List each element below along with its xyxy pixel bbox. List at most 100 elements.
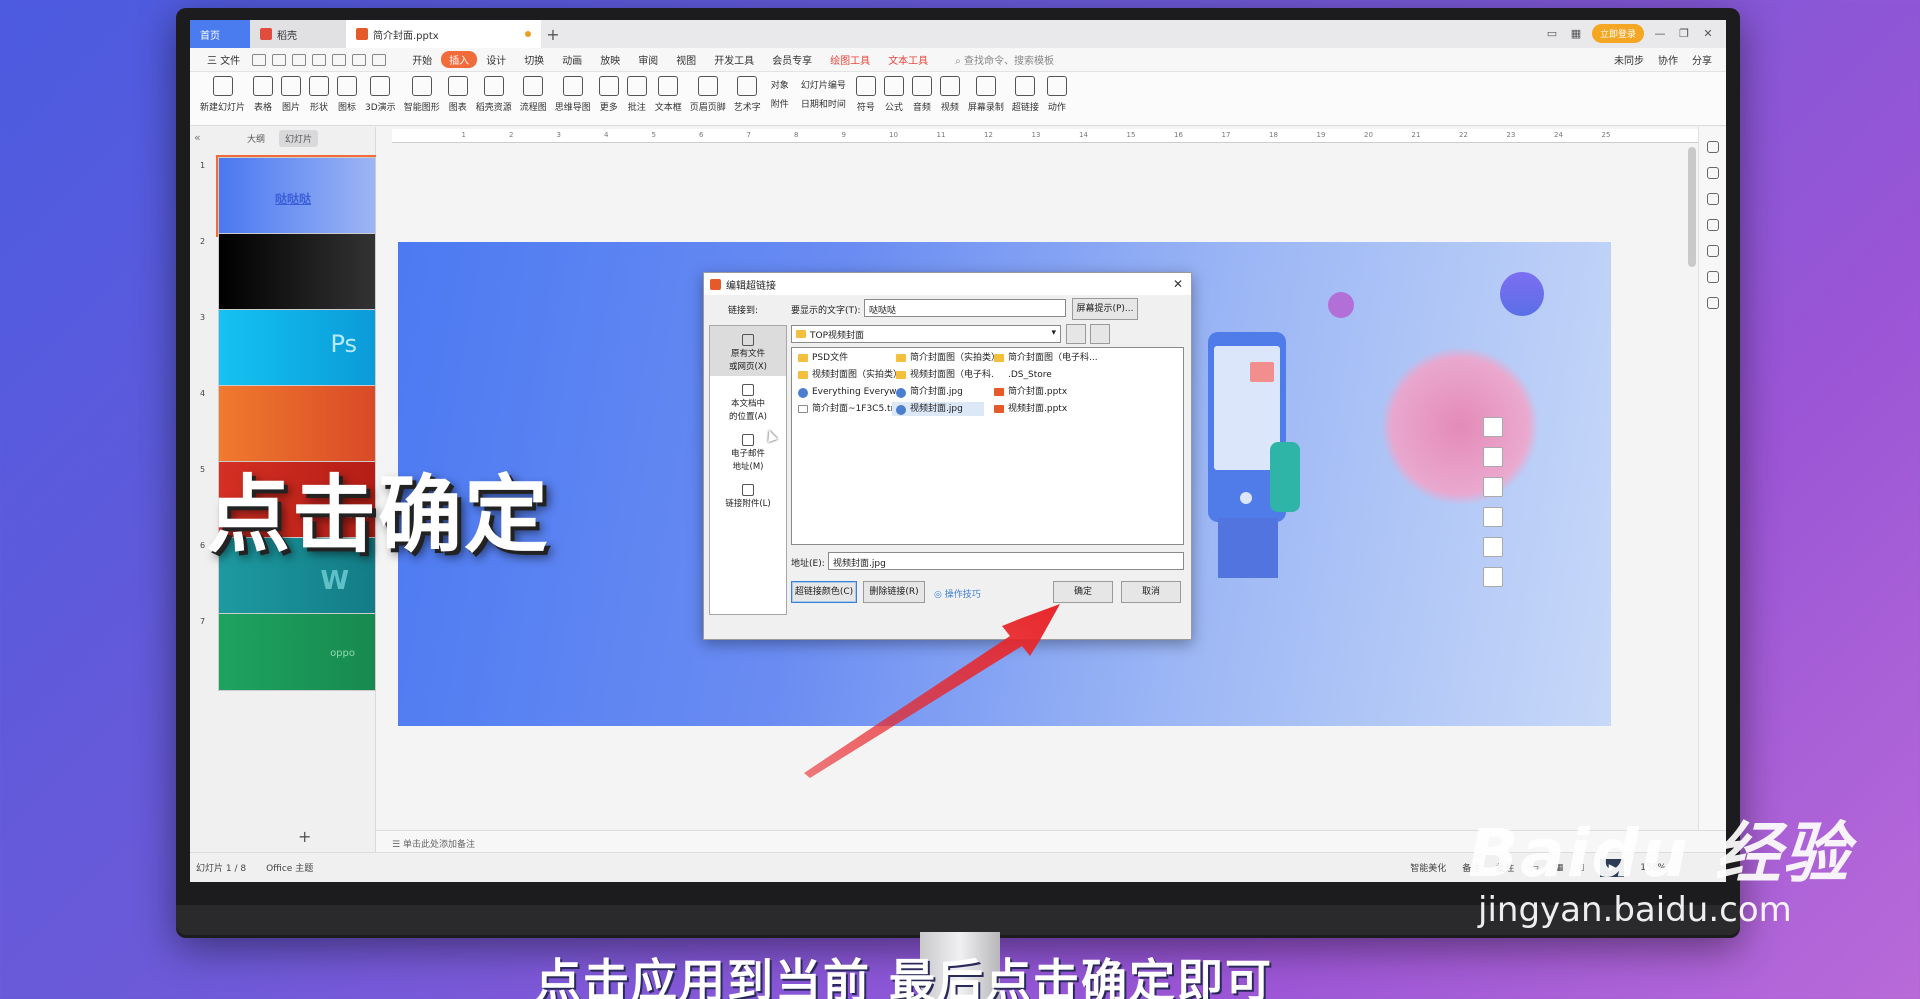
slide-thumbnail-3[interactable]: Ps (218, 309, 376, 387)
screen-record-button[interactable]: 屏幕录制 (964, 76, 1008, 113)
smart-graphic-button[interactable]: 智能图形 (400, 76, 444, 113)
format-painter-icon[interactable] (372, 53, 387, 66)
slide-thumbnail-2[interactable] (218, 233, 376, 311)
audio-button[interactable]: 音频 (908, 76, 936, 113)
folder-select[interactable]: TOP视频封面 ▾ (791, 325, 1061, 343)
menu-transition[interactable]: 切换 (515, 52, 553, 67)
menu-insert[interactable]: 插入 (441, 51, 478, 68)
border-icon[interactable] (1483, 477, 1503, 497)
animation-icon[interactable] (1706, 245, 1719, 257)
wordart-button[interactable]: 艺术字 (730, 76, 765, 113)
link-existing-file[interactable]: 原有文件 或网页(X) (710, 326, 786, 376)
mindmap-button[interactable]: 思维导图 (551, 76, 595, 113)
docer-resource-button[interactable]: 稻壳资源 (472, 76, 516, 113)
add-slide-button[interactable]: + (298, 827, 311, 846)
more-button[interactable]: 更多 (595, 76, 623, 113)
undo-icon[interactable] (332, 53, 347, 66)
menu-animation[interactable]: 动画 (553, 52, 591, 67)
grid-icon[interactable]: ▦ (1568, 27, 1584, 41)
list-item[interactable]: .DS_Store (990, 368, 1052, 382)
action-button[interactable]: 动作 (1043, 76, 1071, 113)
ok-button[interactable]: 确定 (1053, 581, 1113, 603)
tab-home[interactable]: 首页 (190, 20, 250, 48)
save-icon[interactable] (252, 53, 267, 66)
text-style-icon[interactable] (1483, 537, 1503, 557)
tab-outline[interactable]: 大纲 (247, 132, 265, 145)
menu-member[interactable]: 会员专享 (763, 52, 821, 67)
display-text-input[interactable]: 哒哒哒 (864, 299, 1066, 317)
redo-icon[interactable] (352, 53, 367, 66)
export-icon[interactable] (272, 53, 287, 66)
flowchart-button[interactable]: 流程图 (516, 76, 551, 113)
slide-number-button[interactable]: 幻灯片编号 (801, 78, 846, 91)
login-button[interactable]: 立即登录 (1591, 24, 1644, 43)
tab-slides[interactable]: 幻灯片 (279, 129, 319, 147)
list-item-selected[interactable]: 视频封面.jpg (892, 402, 984, 416)
browse-folder-icon[interactable] (1090, 324, 1110, 344)
menu-design[interactable]: 设计 (477, 52, 515, 67)
list-item[interactable]: 简介封面~1F3C5.tmp (794, 402, 905, 416)
icon-button[interactable]: 图标 (333, 76, 361, 113)
location-icon[interactable] (1483, 507, 1503, 527)
star-icon[interactable] (1706, 193, 1719, 205)
remove-link-button[interactable]: 删除链接(R) (863, 581, 925, 603)
cancel-button[interactable]: 取消 (1121, 581, 1181, 603)
list-item[interactable]: PSD文件 (794, 351, 848, 365)
comment-button[interactable]: 批注 (623, 76, 651, 113)
menu-view[interactable]: 视图 (667, 52, 705, 67)
command-search[interactable]: ⌕ 查找命令、搜索模板 (955, 52, 1054, 67)
preview-icon[interactable] (312, 53, 327, 66)
fill-icon[interactable] (1483, 447, 1503, 467)
folder-up-icon[interactable] (1066, 324, 1086, 344)
list-item[interactable]: 简介封面.pptx (990, 385, 1067, 399)
link-color-button[interactable]: 超链接颜色(C) (791, 581, 857, 603)
new-slide-button[interactable]: 新建幻灯片 (196, 76, 249, 113)
help-icon[interactable] (1706, 271, 1719, 283)
attachment-button[interactable]: 附件 (771, 97, 789, 110)
layout-icon[interactable]: ▭ (1544, 27, 1560, 41)
slide-thumbnail-7[interactable]: oppo (218, 613, 376, 691)
video-button[interactable]: 视频 (936, 76, 964, 113)
address-input[interactable]: 视频封面.jpg (828, 552, 1184, 570)
collapse-panel-icon[interactable]: « (194, 131, 201, 144)
dialog-close-icon[interactable]: ✕ (1173, 277, 1183, 291)
list-item[interactable]: 视频封面图（电子科... (892, 368, 1000, 382)
close-button[interactable]: ✕ (1700, 27, 1716, 41)
header-footer-button[interactable]: 页眉页脚 (686, 76, 730, 113)
file-menu[interactable]: 三 文件 (198, 52, 249, 67)
picture-button[interactable]: 图片 (277, 76, 305, 113)
list-item[interactable]: 视频封面图（实拍类） (794, 368, 902, 382)
list-item[interactable]: Everything Everyw... (794, 385, 904, 399)
pen-icon[interactable] (1483, 417, 1503, 437)
share-button[interactable]: 分享 (1692, 52, 1712, 67)
settings-icon[interactable] (1706, 167, 1719, 179)
list-item[interactable]: 简介封面图（实拍类） (892, 351, 1000, 365)
3d-button[interactable]: 3D演示 (361, 76, 400, 113)
vertical-scrollbar[interactable] (1688, 147, 1696, 267)
print-icon[interactable] (292, 53, 307, 66)
text-format-icon[interactable] (1483, 567, 1503, 587)
shape-button[interactable]: 形状 (305, 76, 333, 113)
minimize-button[interactable]: — (1652, 27, 1668, 41)
menu-developer[interactable]: 开发工具 (705, 52, 763, 67)
link-this-document[interactable]: 本文档中 的位置(A) (710, 376, 786, 426)
menu-slideshow[interactable]: 放映 (591, 52, 629, 67)
menu-drawing-tools[interactable]: 绘图工具 (821, 52, 879, 67)
object-button[interactable]: 对象 (771, 78, 789, 91)
table-button[interactable]: 表格 (249, 76, 277, 113)
slide-thumbnail-1[interactable]: 哒哒哒 (216, 155, 378, 237)
collab-button[interactable]: 协作 (1658, 52, 1678, 67)
symbol-button[interactable]: 符号 (852, 76, 880, 113)
link-attachment[interactable]: 链接附件(L) (710, 476, 786, 516)
screen-tip-button[interactable]: 屏幕提示(P)... (1072, 298, 1138, 320)
tab-document[interactable]: 简介封面.pptx (346, 20, 541, 48)
textbox-button[interactable]: 文本框 (651, 76, 686, 113)
formula-button[interactable]: 公式 (880, 76, 908, 113)
sync-button[interactable]: 未同步 (1614, 52, 1644, 67)
menu-start[interactable]: 开始 (403, 52, 441, 67)
menu-text-tools[interactable]: 文本工具 (879, 52, 937, 67)
chart-button[interactable]: 图表 (444, 76, 472, 113)
beautify-button[interactable]: 智能美化 (1410, 861, 1446, 874)
location-icon[interactable] (1706, 297, 1719, 309)
copy-icon[interactable] (1706, 219, 1719, 231)
